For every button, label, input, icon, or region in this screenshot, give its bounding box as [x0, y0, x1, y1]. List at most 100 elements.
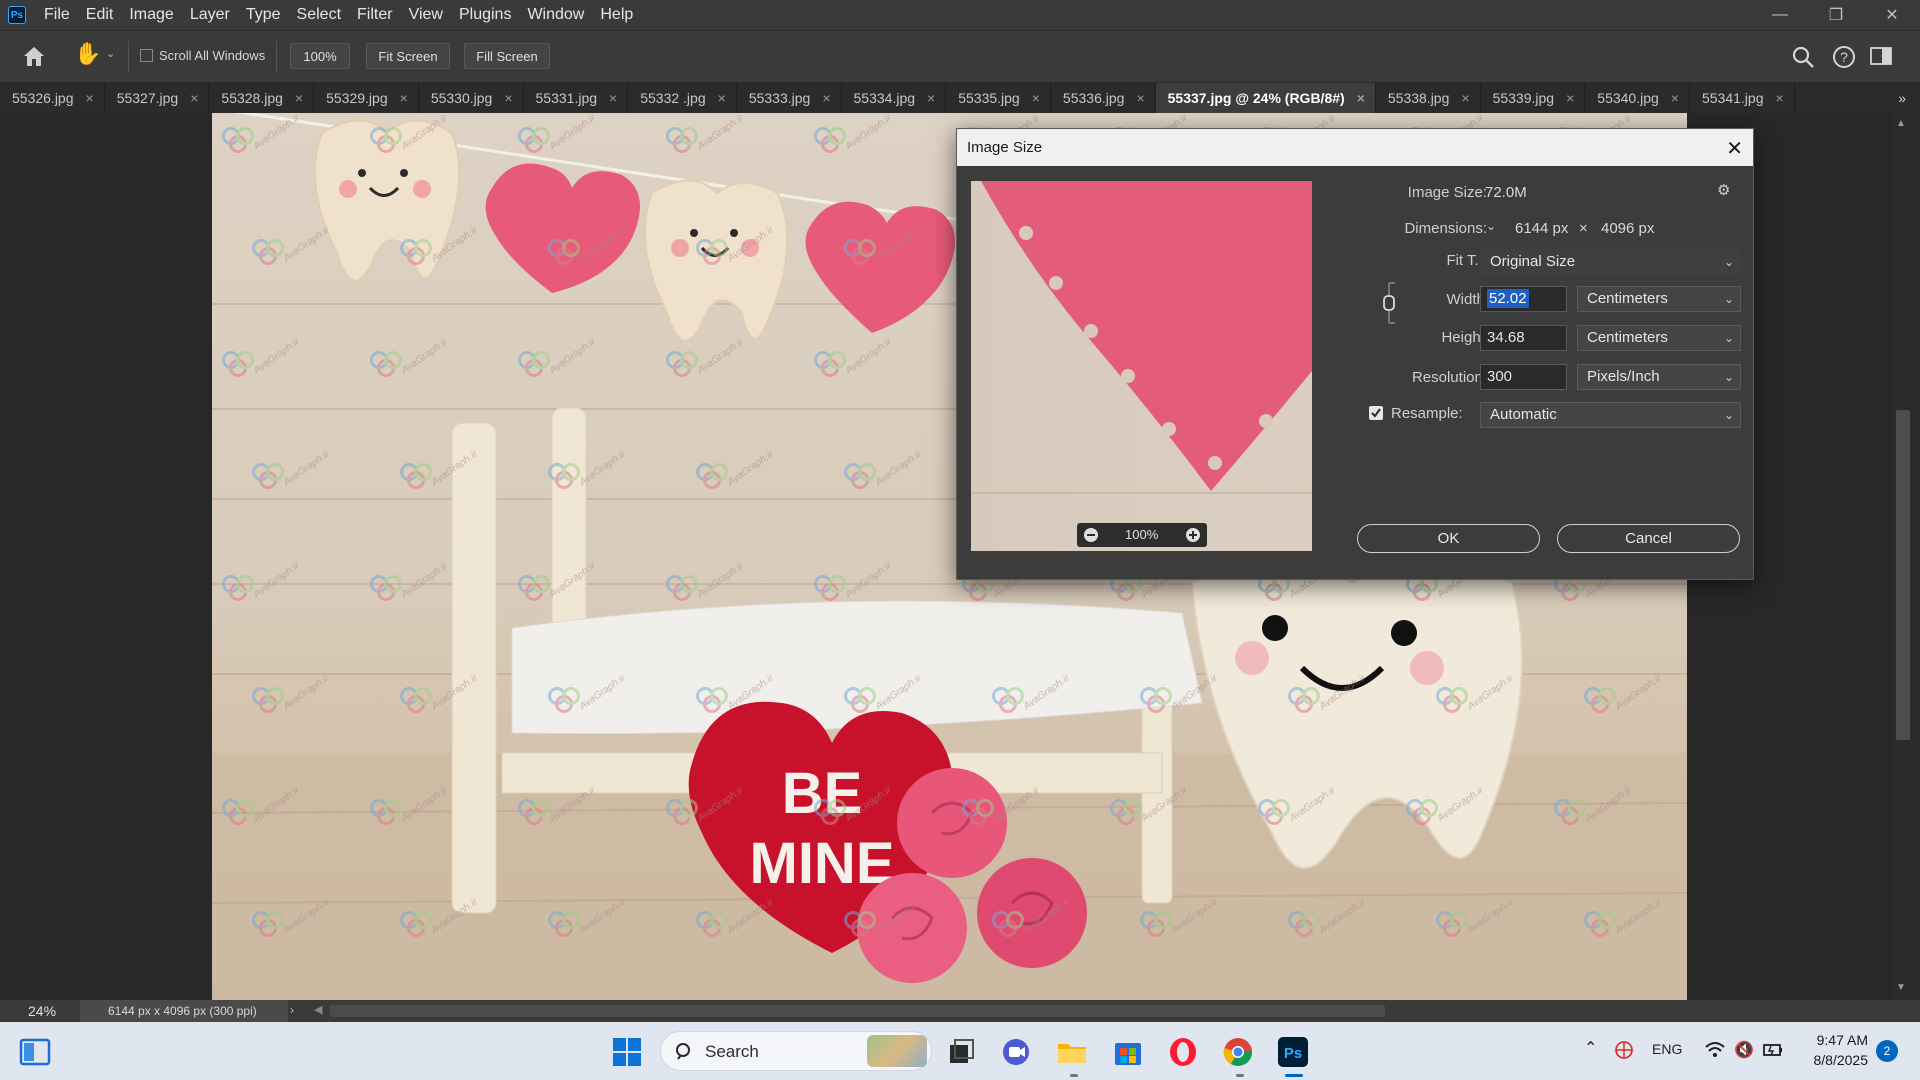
- menu-type[interactable]: Type: [238, 0, 289, 30]
- chevron-down-icon[interactable]: ⌄: [106, 47, 115, 60]
- file-explorer-icon[interactable]: [1055, 1035, 1089, 1069]
- tab-close-icon[interactable]: ×: [609, 83, 617, 113]
- zoom-100-button[interactable]: 100%: [290, 43, 350, 69]
- fit-screen-button[interactable]: Fit Screen: [366, 43, 450, 69]
- scroll-down-icon[interactable]: ▼: [1896, 982, 1906, 993]
- zoom-in-icon[interactable]: [1185, 527, 1201, 543]
- document-tab[interactable]: 55326.jpg ×: [0, 83, 105, 113]
- clock-time[interactable]: 9:47 AM: [1808, 1032, 1868, 1048]
- opera-browser-icon[interactable]: [1166, 1035, 1200, 1069]
- tab-close-icon[interactable]: ×: [1776, 83, 1784, 113]
- scroll-left-icon[interactable]: ◀: [314, 1003, 322, 1016]
- tab-close-icon[interactable]: ×: [1357, 83, 1365, 113]
- scroll-up-icon[interactable]: ▲: [1896, 118, 1906, 129]
- dimensions-chevron-icon[interactable]: ⌄: [1486, 219, 1496, 233]
- meet-camera-icon[interactable]: [999, 1035, 1033, 1069]
- scroll-all-windows-checkbox[interactable]: Scroll All Windows: [140, 48, 265, 63]
- menu-select[interactable]: Select: [289, 0, 349, 30]
- document-tab[interactable]: 55336.jpg ×: [1051, 83, 1156, 113]
- home-icon[interactable]: [22, 45, 46, 67]
- resolution-unit-select[interactable]: Pixels/Inch ⌄: [1577, 364, 1741, 390]
- menu-view[interactable]: View: [401, 0, 451, 30]
- panel-layout-icon[interactable]: [1870, 46, 1892, 66]
- photoshop-taskbar-icon[interactable]: Ps: [1276, 1035, 1310, 1069]
- notification-badge[interactable]: 2: [1876, 1040, 1898, 1062]
- restore-icon[interactable]: ❐: [1808, 0, 1864, 30]
- checkbox-box[interactable]: [140, 49, 153, 62]
- document-tab[interactable]: 55331.jpg ×: [524, 83, 629, 113]
- document-tab[interactable]: 55334.jpg ×: [842, 83, 947, 113]
- clock-date[interactable]: 8/8/2025: [1798, 1052, 1869, 1068]
- menu-filter[interactable]: Filter: [349, 0, 401, 30]
- document-tab[interactable]: 55335.jpg ×: [946, 83, 1051, 113]
- document-tab[interactable]: 55341.jpg ×: [1690, 83, 1795, 113]
- zoom-out-icon[interactable]: [1083, 527, 1099, 543]
- doc-info-arrow-icon[interactable]: ›: [290, 1003, 294, 1017]
- tab-close-icon[interactable]: ×: [295, 83, 303, 113]
- tab-close-icon[interactable]: ×: [927, 83, 935, 113]
- windows-start-icon[interactable]: [610, 1035, 644, 1069]
- widgets-icon[interactable]: [18, 1035, 52, 1069]
- hand-tool-icon[interactable]: ✋: [74, 41, 101, 69]
- tab-close-icon[interactable]: ×: [822, 83, 830, 113]
- vpn-globe-icon[interactable]: [1614, 1040, 1634, 1060]
- menu-plugins[interactable]: Plugins: [451, 0, 519, 30]
- minimize-icon[interactable]: —: [1752, 0, 1808, 30]
- document-tab[interactable]: 55338.jpg ×: [1376, 83, 1481, 113]
- cancel-button[interactable]: Cancel: [1557, 524, 1740, 553]
- menu-edit[interactable]: Edit: [78, 0, 122, 30]
- help-icon[interactable]: ?: [1832, 45, 1856, 69]
- vertical-scrollbar-thumb[interactable]: [1896, 410, 1910, 740]
- tab-close-icon[interactable]: ×: [86, 83, 94, 113]
- tab-close-icon[interactable]: ×: [1136, 83, 1144, 113]
- battery-icon[interactable]: [1762, 1041, 1784, 1059]
- taskbar-search[interactable]: Search: [660, 1031, 932, 1071]
- document-tab[interactable]: 55332 .jpg ×: [628, 83, 737, 113]
- horizontal-scrollbar-thumb[interactable]: [330, 1005, 1385, 1017]
- menu-layer[interactable]: Layer: [182, 0, 238, 30]
- document-tab[interactable]: 55333.jpg ×: [737, 83, 842, 113]
- menu-file[interactable]: File: [36, 0, 78, 30]
- tab-close-icon[interactable]: ×: [1671, 83, 1679, 113]
- zoom-level[interactable]: 24%: [28, 1003, 56, 1019]
- wifi-icon[interactable]: [1704, 1040, 1726, 1060]
- show-hidden-icons-chevron-icon[interactable]: ⌃: [1584, 1038, 1597, 1058]
- document-tab[interactable]: 55339.jpg ×: [1481, 83, 1586, 113]
- window-close-icon[interactable]: ✕: [1864, 0, 1920, 30]
- menu-image[interactable]: Image: [121, 0, 181, 30]
- tab-active-document[interactable]: 55337.jpg @ 24% (RGB/8#) ×: [1155, 83, 1376, 113]
- width-input[interactable]: 52.02: [1480, 286, 1567, 312]
- document-tab[interactable]: 55328.jpg ×: [209, 83, 315, 113]
- language-indicator[interactable]: ENG: [1652, 1041, 1682, 1057]
- tab-close-icon[interactable]: ×: [504, 83, 512, 113]
- tab-close-icon[interactable]: ×: [1566, 83, 1574, 113]
- tab-close-icon[interactable]: ×: [400, 83, 408, 113]
- document-tab[interactable]: 55330.jpg ×: [419, 83, 524, 113]
- width-unit-select[interactable]: Centimeters ⌄: [1577, 286, 1741, 312]
- fit-to-select[interactable]: Original Size ⌄: [1480, 249, 1741, 275]
- task-view-icon[interactable]: [944, 1035, 978, 1069]
- resample-checkbox[interactable]: [1369, 406, 1383, 420]
- tab-close-icon[interactable]: ×: [1032, 83, 1040, 113]
- microsoft-store-icon[interactable]: [1111, 1035, 1145, 1069]
- gear-icon[interactable]: ⚙: [1717, 181, 1730, 199]
- menu-window[interactable]: Window: [519, 0, 592, 30]
- volume-muted-icon[interactable]: 🔇: [1734, 1040, 1754, 1060]
- tab-close-icon[interactable]: ×: [718, 83, 726, 113]
- resample-select[interactable]: Automatic ⌄: [1480, 402, 1741, 428]
- tab-close-icon[interactable]: ×: [190, 83, 198, 113]
- resolution-input[interactable]: 300: [1480, 364, 1567, 390]
- image-preview[interactable]: 100%: [971, 181, 1312, 551]
- document-info[interactable]: 6144 px x 4096 px (300 ppi): [80, 1000, 288, 1022]
- fill-screen-button[interactable]: Fill Screen: [464, 43, 550, 69]
- search-icon[interactable]: [1791, 45, 1815, 69]
- ok-button[interactable]: OK: [1357, 524, 1540, 553]
- menu-help[interactable]: Help: [592, 0, 641, 30]
- tab-close-icon[interactable]: ×: [1461, 83, 1469, 113]
- document-tab[interactable]: 55327.jpg ×: [105, 83, 210, 113]
- close-icon[interactable]: ✕: [1726, 136, 1743, 161]
- height-input[interactable]: 34.68: [1480, 325, 1567, 351]
- chrome-browser-icon[interactable]: [1221, 1035, 1255, 1069]
- tabs-overflow-icon[interactable]: »: [1898, 83, 1906, 113]
- document-tab[interactable]: 55340.jpg ×: [1585, 83, 1690, 113]
